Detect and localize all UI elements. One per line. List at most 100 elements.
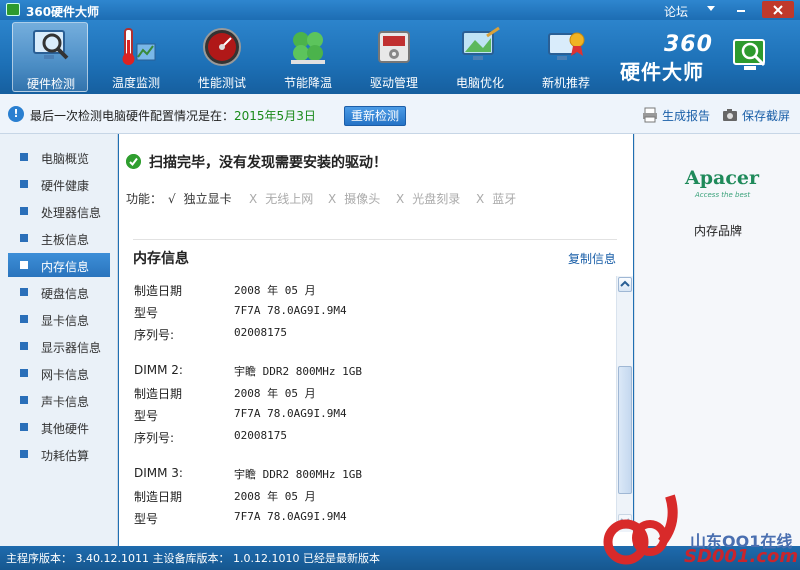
sidebar-item-label: 硬盘信息 bbox=[41, 287, 90, 301]
last-detect-label: 最后一次检测电脑硬件配置情况是在： bbox=[30, 109, 235, 123]
scroll-thumb[interactable] bbox=[618, 366, 632, 494]
tool-label: 驱动管理 bbox=[369, 76, 418, 90]
sidebar-item-power[interactable]: 功耗估算 bbox=[8, 442, 110, 466]
field-value: 宇瞻 DDR2 800MHz 1GB bbox=[234, 365, 362, 378]
info-icon: ! bbox=[8, 106, 24, 122]
window-title: 360硬件大师 bbox=[26, 5, 100, 19]
field-key: 制造日期 bbox=[134, 387, 183, 401]
list-item: 型号 7F7A 78.0AG9I.9M4 bbox=[134, 506, 614, 528]
tool-recommend[interactable]: 新机推荐 bbox=[528, 22, 604, 92]
cross-mark-icon: X bbox=[328, 192, 337, 206]
list-item: 序列号: 02008175 bbox=[134, 322, 614, 344]
list-item: 制造日期 2008 年 05 月 bbox=[134, 484, 614, 506]
sidebar-item-motherboard[interactable]: 主板信息 bbox=[8, 226, 110, 250]
main-panel: 扫描完毕，没有发现需要安装的驱动！ 功能： √ 独立显卡 X 无线上网 X 摄像头 X… bbox=[119, 134, 633, 546]
sidebar-item-label: 功耗估算 bbox=[41, 449, 90, 463]
watermark-logo-icon bbox=[603, 494, 678, 565]
forum-link[interactable]: 论坛 bbox=[664, 3, 688, 20]
tool-optimize[interactable]: 电脑优化 bbox=[442, 22, 518, 92]
tool-hardware-detect[interactable]: 硬件检测 bbox=[12, 22, 88, 92]
watermark-line2: SD001.com bbox=[684, 546, 799, 567]
tool-driver-management[interactable]: 驱动管理 bbox=[356, 22, 432, 92]
list-item: 序列号: 02008175 bbox=[134, 425, 614, 447]
field-value: 2008 年 05 月 bbox=[234, 387, 316, 400]
generate-report-button[interactable]: 生成报告 bbox=[642, 107, 710, 124]
sidebar-item-other[interactable]: 其他硬件 bbox=[8, 415, 110, 439]
field-value: 2008 年 05 月 bbox=[234, 284, 316, 297]
bullet-icon bbox=[20, 369, 28, 377]
scroll-up-button[interactable] bbox=[618, 277, 632, 292]
feature-camera: X 摄像头 bbox=[328, 190, 380, 207]
list-item: 型号 7F7A 78.0AG9I.9M4 bbox=[134, 403, 614, 425]
sidebar-item-label: 内存信息 bbox=[41, 260, 90, 274]
sidebar-item-label: 电脑概览 bbox=[41, 152, 90, 166]
section-divider bbox=[133, 239, 617, 240]
field-value: 7F7A 78.0AG9I.9M4 bbox=[234, 510, 347, 523]
tool-label: 性能测试 bbox=[197, 76, 246, 90]
memory-brand-label: 内存品牌 bbox=[693, 224, 742, 238]
bullet-icon bbox=[20, 234, 28, 242]
last-detect-date: 2015年5月3日 bbox=[234, 109, 316, 123]
field-key: 型号 bbox=[134, 409, 159, 423]
monitor-magnifier-icon bbox=[33, 30, 69, 60]
feature-label: 无线上网 bbox=[265, 192, 314, 206]
sidebar-item-cpu[interactable]: 处理器信息 bbox=[8, 199, 110, 223]
close-button[interactable] bbox=[762, 1, 794, 18]
chevron-up-icon bbox=[620, 280, 630, 287]
feature-discrete-gpu: √ 独立显卡 bbox=[168, 190, 232, 207]
copy-info-link[interactable]: 复制信息 bbox=[568, 250, 616, 267]
cross-mark-icon: X bbox=[476, 192, 485, 206]
brand-magnifier-icon bbox=[733, 39, 766, 70]
sidebar-item-sound[interactable]: 声卡信息 bbox=[8, 388, 110, 412]
sidebar-item-label: 声卡信息 bbox=[41, 395, 90, 409]
tool-energy-saving[interactable]: 节能降温 bbox=[270, 22, 346, 92]
bullet-icon bbox=[20, 288, 28, 296]
list-item: DIMM 3: 宇瞻 DDR2 800MHz 1GB bbox=[134, 462, 614, 484]
brand-panel: Apacer Access the best 内存品牌 bbox=[634, 134, 800, 546]
chevron-down-icon bbox=[707, 6, 715, 11]
scan-status-text: 扫描完毕，没有发现需要安装的驱动！ bbox=[149, 155, 387, 171]
camera-icon bbox=[723, 109, 737, 121]
tool-label: 硬件检测 bbox=[26, 77, 75, 91]
bullet-icon bbox=[20, 153, 28, 161]
feature-label: 摄像头 bbox=[344, 192, 381, 206]
thermometer-icon bbox=[122, 28, 156, 65]
list-item: DIMM 2: 宇瞻 DDR2 800MHz 1GB bbox=[134, 359, 614, 381]
field-key: 序列号: bbox=[134, 431, 175, 445]
apacer-logo-tagline: Access the best bbox=[695, 191, 751, 199]
menu-dropdown-button[interactable] bbox=[698, 1, 724, 18]
sidebar-item-label: 显卡信息 bbox=[41, 314, 90, 328]
field-key: 型号 bbox=[134, 306, 159, 320]
sidebar-item-health[interactable]: 硬件健康 bbox=[8, 172, 110, 196]
minimize-button[interactable] bbox=[728, 1, 754, 18]
feature-bluetooth: X 蓝牙 bbox=[476, 190, 516, 207]
tool-performance[interactable]: 性能测试 bbox=[184, 22, 260, 92]
sidebar-item-display[interactable]: 显示器信息 bbox=[8, 334, 110, 358]
brand-number: 360 bbox=[664, 32, 713, 57]
features-label: 功能： bbox=[126, 192, 163, 206]
tool-temperature[interactable]: 温度监测 bbox=[98, 22, 174, 92]
bullet-icon bbox=[20, 450, 28, 458]
redetect-button[interactable]: 重新检测 bbox=[344, 106, 406, 126]
field-value: 7F7A 78.0AG9I.9M4 bbox=[234, 304, 347, 317]
sidebar-item-gpu[interactable]: 显卡信息 bbox=[8, 307, 110, 331]
sidebar-item-label: 显示器信息 bbox=[41, 341, 102, 355]
sidebar-item-disk[interactable]: 硬盘信息 bbox=[8, 280, 110, 304]
save-screenshot-button[interactable]: 保存截屏 bbox=[722, 107, 790, 124]
field-key: 序列号: bbox=[134, 328, 175, 342]
title-bar: 360硬件大师 论坛 bbox=[0, 0, 800, 20]
check-circle-icon bbox=[126, 154, 141, 169]
check-mark-icon: √ bbox=[168, 192, 176, 206]
main-toolbar: 硬件检测 温度监测 性能测试 节能降温 驱动管理 电脑优化 新机推荐 360 硬… bbox=[0, 20, 800, 94]
field-value: 2008 年 05 月 bbox=[234, 490, 316, 503]
speedometer-icon bbox=[203, 28, 241, 66]
sidebar-item-overview[interactable]: 电脑概览 bbox=[8, 145, 110, 169]
tool-label: 新机推荐 bbox=[541, 76, 590, 90]
list-item: 制造日期 2008 年 05 月 bbox=[134, 381, 614, 403]
clover-icon bbox=[291, 32, 325, 64]
feature-label: 独立显卡 bbox=[183, 192, 232, 206]
save-screenshot-label: 保存截屏 bbox=[742, 109, 791, 123]
brush-monitor-icon bbox=[462, 26, 500, 60]
sidebar-item-network[interactable]: 网卡信息 bbox=[8, 361, 110, 385]
sidebar-item-memory[interactable]: 内存信息 bbox=[8, 253, 110, 277]
